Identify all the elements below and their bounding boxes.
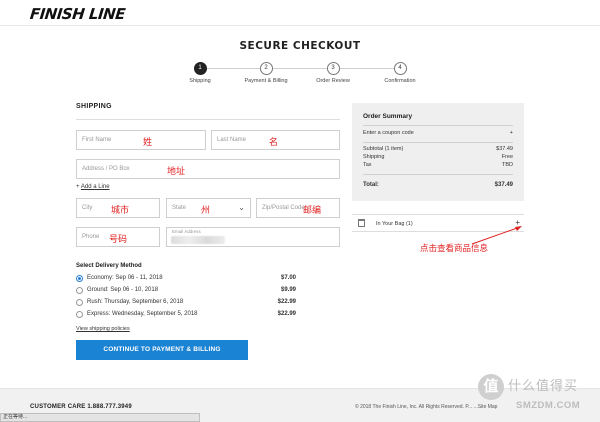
browser-status-bar: 正在等待... (0, 413, 200, 422)
tax-value: TBD (502, 162, 513, 168)
first-name-placeholder: First Name (82, 137, 112, 143)
subtotal-value: $37.49 (496, 146, 513, 152)
shipping-value: Free (501, 154, 513, 160)
customer-care-phone[interactable]: CUSTOMER CARE 1.888.777.3949 (30, 404, 132, 410)
smzdm-watermark: 值 什么值得买 SMZDM.COM (476, 366, 600, 420)
summary-divider (363, 142, 513, 143)
delivery-option-price: $7.00 (280, 275, 296, 281)
first-name-annotation: 姓 (143, 138, 153, 148)
tax-row: Tax TBD (363, 162, 513, 168)
add-a-line-label: Add a Line (80, 184, 110, 190)
chevron-down-icon: ⌄ (238, 203, 245, 212)
delivery-option-express[interactable]: Express: Wednesday, September 5, 2018 $2… (76, 310, 296, 320)
page-title: SECURE CHECKOUT (239, 40, 361, 52)
tax-label: Tax (363, 162, 372, 168)
zip-field[interactable]: Zip/Postal Code 邮编 (256, 198, 340, 218)
state-select[interactable]: State 州 ⌄ (166, 198, 251, 218)
plus-icon: + (76, 184, 80, 190)
delivery-method-title: Select Delivery Method (76, 263, 142, 269)
subtotal-row: Subtotal (1 item) $37.49 (363, 146, 513, 152)
delivery-option-label: Rush: Thursday, September 6, 2018 (87, 299, 184, 305)
radio-button[interactable] (76, 275, 83, 282)
coupon-row[interactable]: Enter a coupon code + (363, 130, 513, 136)
step-number: 1 (193, 62, 207, 75)
checkout-stepper: 1 Shipping 2 Payment & Billing 3 Order R… (170, 61, 440, 91)
last-name-field[interactable]: Last Name 名 (211, 130, 340, 150)
total-label: Total: (363, 182, 379, 188)
finish-line-logo[interactable]: FINISH LINE (29, 5, 126, 23)
radio-button[interactable] (76, 287, 83, 294)
bag-icon (358, 219, 365, 227)
email-value-redacted (171, 236, 225, 244)
delivery-option-ground[interactable]: Ground: Sep 06 - 10, 2018 $9.99 (76, 286, 296, 296)
summary-divider (363, 174, 513, 175)
address-placeholder: Address / PO Box (82, 166, 130, 172)
delivery-option-price: $9.99 (280, 287, 296, 293)
section-divider (76, 119, 340, 120)
subtotal-label: Subtotal (1 item) (363, 146, 404, 152)
last-name-placeholder: Last Name (217, 137, 247, 143)
step-number: 3 (326, 62, 340, 75)
step-label: Order Review (316, 78, 350, 84)
step-label: Confirmation (384, 78, 416, 84)
delivery-option-economy[interactable]: Economy: Sep 06 - 11, 2018 $7.00 (76, 274, 296, 284)
coupon-label: Enter a coupon code (363, 130, 414, 136)
state-placeholder: State (172, 205, 187, 211)
step-payment-billing: 2 Payment & Billing (236, 61, 296, 84)
step-number: 4 (393, 62, 407, 75)
delivery-option-label: Economy: Sep 06 - 11, 2018 (87, 275, 163, 281)
radio-button[interactable] (76, 311, 83, 318)
phone-field[interactable]: Phone 号码 (76, 227, 160, 247)
step-label: Payment & Billing (244, 78, 288, 84)
address-annotation: 地址 (167, 167, 186, 177)
delivery-option-rush[interactable]: Rush: Thursday, September 6, 2018 $22.99 (76, 298, 296, 308)
summary-divider (363, 125, 513, 126)
add-a-line-link[interactable]: + Add a Line (76, 184, 110, 190)
delivery-option-label: Express: Wednesday, September 5, 2018 (87, 311, 198, 317)
shipping-row: Shipping Free (363, 154, 513, 160)
delivery-option-price: $22.99 (277, 311, 296, 317)
total-row: Total: $37.49 (363, 182, 513, 188)
step-order-review: 3 Order Review (303, 61, 363, 84)
first-name-field[interactable]: First Name 姓 (76, 130, 206, 150)
in-your-bag-label: In Your Bag (1) (376, 221, 413, 227)
total-value: $37.49 (494, 182, 513, 188)
email-field[interactable]: Email Address (166, 227, 340, 247)
step-confirmation: 4 Confirmation (370, 61, 430, 84)
state-annotation: 州 (201, 206, 211, 216)
view-shipping-policies-link[interactable]: View shipping policies (76, 326, 130, 332)
step-number: 2 (259, 62, 273, 75)
step-shipping: 1 Shipping (170, 61, 230, 84)
last-name-annotation: 名 (269, 138, 279, 148)
bag-annotation: 点击查看商品信息 (420, 244, 489, 254)
watermark-en-text: SMZDM.COM (516, 400, 581, 411)
plus-icon[interactable]: + (510, 130, 513, 136)
delivery-option-price: $22.99 (277, 299, 296, 305)
zip-annotation: 邮编 (303, 206, 322, 216)
city-placeholder: City (82, 205, 93, 211)
zip-placeholder: Zip/Postal Code (262, 205, 305, 211)
address-field[interactable]: Address / PO Box 地址 (76, 159, 340, 179)
site-header: FINISH LINE (0, 0, 600, 26)
phone-annotation: 号码 (109, 235, 128, 245)
phone-placeholder: Phone (82, 234, 100, 240)
watermark-logo-icon: 值 (478, 374, 504, 400)
continue-to-payment-button[interactable]: CONTINUE TO PAYMENT & BILLING (76, 340, 248, 360)
city-annotation: 城市 (111, 206, 130, 216)
shipping-label: Shipping (363, 154, 385, 160)
order-summary-title: Order Summary (363, 113, 413, 120)
delivery-option-label: Ground: Sep 06 - 10, 2018 (87, 287, 159, 293)
shipping-section-title: SHIPPING (76, 103, 112, 110)
order-summary-panel: Order Summary Enter a coupon code + Subt… (352, 103, 524, 201)
city-field[interactable]: City 城市 (76, 198, 160, 218)
watermark-cn-text: 什么值得买 (508, 379, 579, 394)
email-label: Email Address (172, 229, 201, 234)
radio-button[interactable] (76, 299, 83, 306)
step-label: Shipping (189, 78, 211, 84)
